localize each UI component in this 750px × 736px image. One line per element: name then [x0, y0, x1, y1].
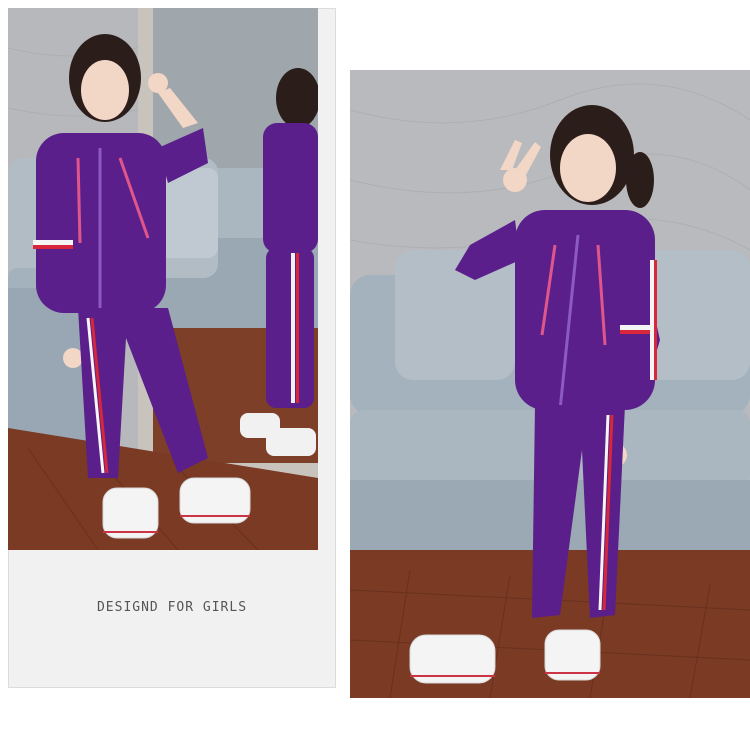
product-page: DESIGND FOR GIRLS: [0, 0, 750, 736]
caption-text: DESIGND FOR GIRLS: [96, 600, 248, 615]
left-product-photo: [8, 8, 318, 550]
right-product-photo: [350, 70, 750, 698]
